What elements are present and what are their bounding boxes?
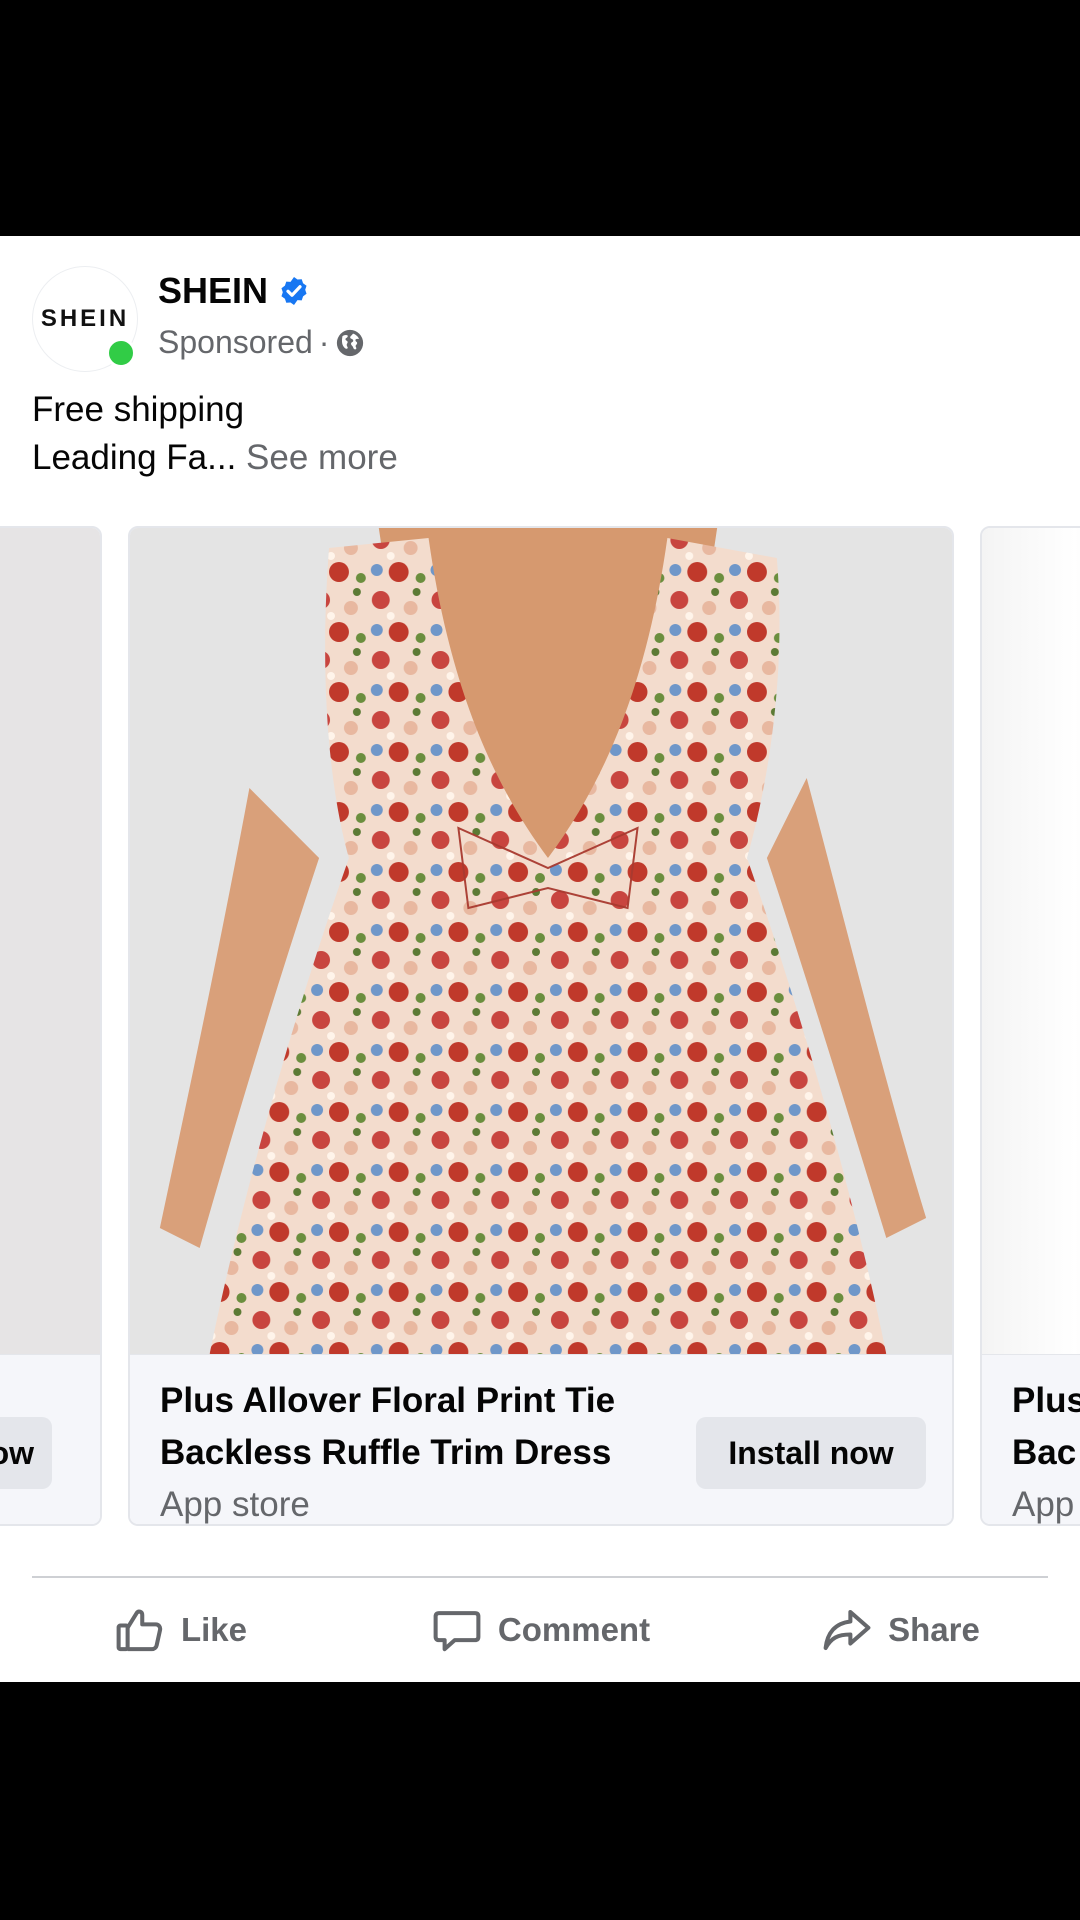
install-button-previous[interactable]: ow	[0, 1417, 52, 1489]
comment-label: Comment	[497, 1611, 651, 1648]
product-title[interactable]: Plus Allover Floral Print Tie Backless R…	[160, 1375, 680, 1479]
carousel-card-previous[interactable]: ow	[0, 526, 102, 1526]
sponsored-post: SHEIN SHEIN Sponsored · Free shipping Le…	[0, 236, 1080, 1682]
page-name-row: SHEIN	[158, 270, 310, 312]
card-footer-previous: ow	[0, 1354, 100, 1524]
post-actions-bar: Like Comment Share	[0, 1578, 1080, 1682]
page-name[interactable]: SHEIN	[158, 270, 268, 312]
share-button[interactable]: Share	[720, 1603, 1080, 1657]
card-footer-next: Plus Bac App	[982, 1354, 1080, 1524]
product-title-next-line2: Bac	[1012, 1433, 1077, 1472]
caption-line-1: Free shipping	[32, 390, 245, 429]
product-image-next	[982, 528, 1080, 1354]
floral-dress-image	[130, 528, 952, 1354]
product-title-next: Plus Bac	[1012, 1375, 1080, 1479]
like-button[interactable]: Like	[0, 1603, 360, 1657]
install-now-button[interactable]: Install now	[696, 1417, 926, 1489]
globe-icon	[337, 329, 364, 356]
share-arrow-icon	[823, 1609, 871, 1651]
product-image-main[interactable]	[130, 528, 952, 1354]
meta-separator: ·	[318, 324, 330, 360]
caption-truncated-text: Leading Fa...	[32, 438, 237, 477]
card-footer-main: Plus Allover Floral Print Tie Backless R…	[130, 1354, 952, 1524]
product-source: App store	[160, 1485, 310, 1524]
thumbs-up-icon	[116, 1609, 163, 1652]
carousel-card-main[interactable]: Plus Allover Floral Print Tie Backless R…	[128, 526, 954, 1526]
post-header: SHEIN SHEIN Sponsored ·	[32, 266, 1032, 376]
product-source-next: App	[1012, 1485, 1075, 1524]
share-label: Share	[888, 1611, 980, 1648]
post-meta: Sponsored ·	[158, 324, 365, 361]
like-label: Like	[180, 1611, 248, 1648]
product-title-next-line1: Plus	[1012, 1381, 1080, 1420]
product-carousel[interactable]: ow	[0, 526, 1080, 1526]
online-status-dot	[106, 338, 136, 368]
comment-bubble-icon	[433, 1611, 481, 1652]
see-more-link[interactable]: See more	[246, 438, 398, 477]
comment-button[interactable]: Comment	[360, 1603, 720, 1657]
avatar-logo-text: SHEIN	[40, 305, 130, 332]
verified-badge-icon	[281, 277, 307, 305]
sponsored-label[interactable]: Sponsored	[158, 324, 313, 361]
product-image-previous	[0, 528, 100, 1354]
post-caption: Free shipping Leading Fa... See more	[32, 386, 398, 482]
carousel-card-next[interactable]: Plus Bac App	[980, 526, 1080, 1526]
caption-line-2: Leading Fa... See more	[32, 434, 398, 482]
